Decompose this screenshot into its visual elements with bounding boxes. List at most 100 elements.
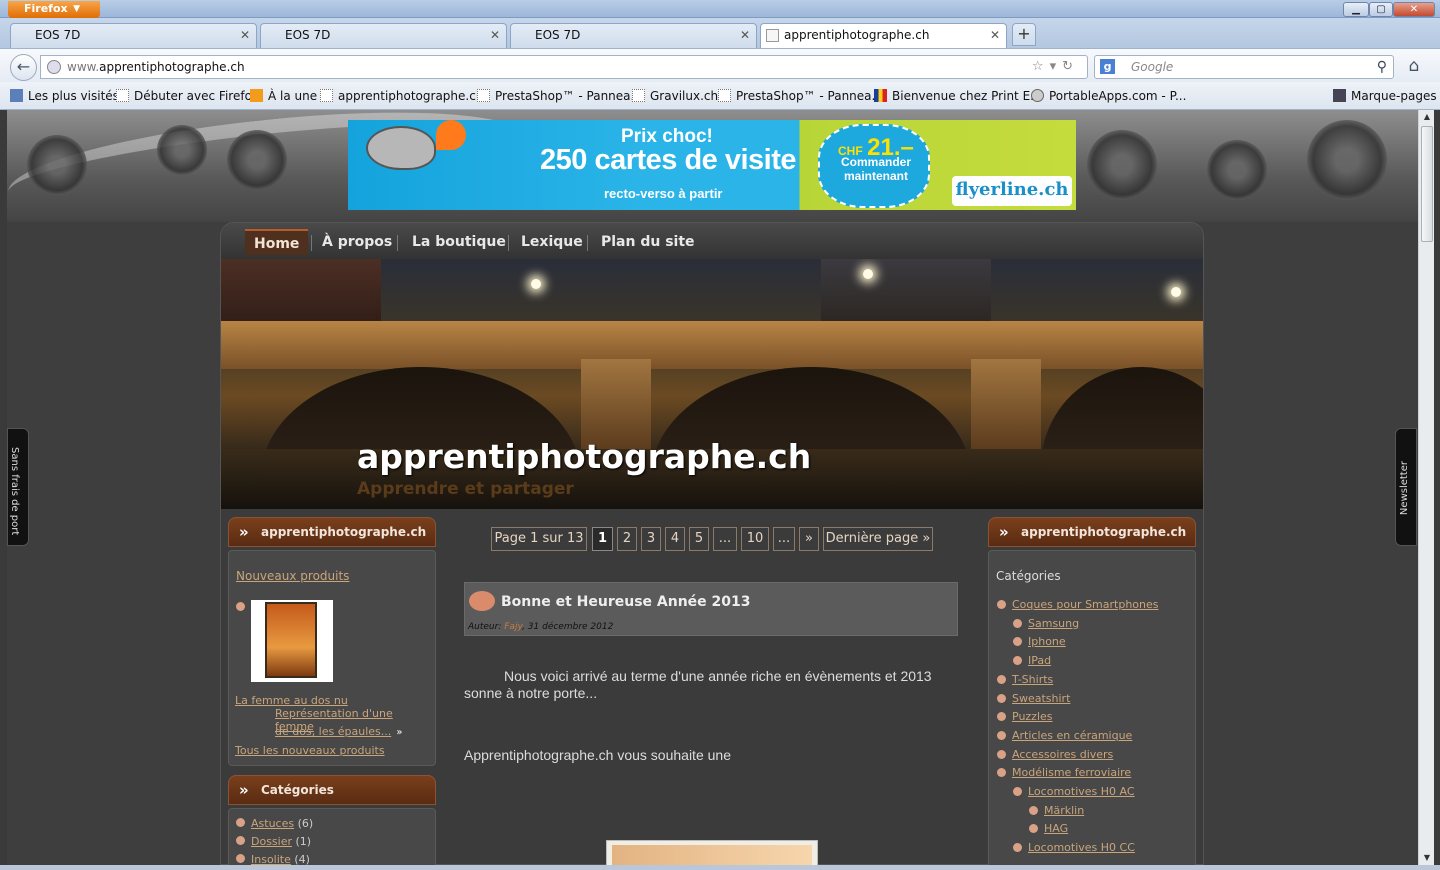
bullet-icon [1029,805,1038,815]
product-desc-line2[interactable]: de dos, les épaules... [275,725,391,738]
status-bar [0,865,1440,870]
category-link[interactable]: Puzzles [1012,710,1053,724]
category-link[interactable]: T-Shirts [1012,673,1053,687]
speech-bubble-icon [469,591,495,611]
post-author-link[interactable]: Fajy [504,622,522,632]
bookmark-prestashop-2[interactable]: PrestaShop™ - Pannea... [718,88,883,104]
category-link[interactable]: Coques pour Smartphones [1012,598,1159,612]
page-3-link[interactable]: 3 [641,527,661,551]
search-icon[interactable]: ⚲ [1377,56,1387,78]
post-image[interactable] [606,840,818,865]
category-insolite[interactable]: Insolite (4) [251,853,310,865]
tab-eos7d-2[interactable]: EOS 7D ✕ [260,23,507,48]
bullet-icon [236,602,245,611]
url-domain: apprentiphotographe.ch [99,60,245,74]
page-favicon-icon [766,29,779,42]
site-identity-icon[interactable] [47,60,61,74]
category-link[interactable]: Locomotives H0 CC [1028,841,1135,855]
tab-bar: EOS 7D ✕ EOS 7D ✕ EOS 7D ✕ apprentiphotogra… [0,18,1440,48]
categories-title: Catégories [996,569,1061,583]
page-2-link[interactable]: 2 [617,527,637,551]
last-page-link[interactable]: Dernière page » [823,527,933,551]
back-button[interactable]: ← [10,54,37,81]
bookmark-headlines[interactable]: À la une [250,88,317,104]
bullet-icon [1013,843,1022,853]
menu-boutique[interactable]: La boutique [403,229,515,255]
post-title[interactable]: Bonne et Heureuse Année 2013 [501,594,751,610]
bookmark-portableapps[interactable]: PortableApps.com - P... [1031,88,1186,104]
category-link[interactable]: Articles en céramique [1012,729,1132,743]
site-title[interactable]: apprentiphotographe.ch [357,437,811,476]
tab-eos7d-3[interactable]: EOS 7D ✕ [510,23,757,48]
bridge-pier [581,359,651,449]
scroll-thumb[interactable] [1421,126,1433,242]
bookmark-getting-started[interactable]: Débuter avec Firefox [116,88,259,104]
all-new-products-link[interactable]: Tous les nouveaux produits [235,744,385,757]
bookmark-gravilux[interactable]: Gravilux.ch [632,88,718,104]
scroll-down-icon[interactable]: ▼ [1419,851,1435,865]
camera-lens-decoration [227,130,287,190]
new-products-link[interactable]: Nouveaux produits [236,569,349,583]
free-shipping-tab[interactable]: Sans frais de port [7,428,29,546]
site-tagline: Apprendre et partager [357,479,574,499]
ad-banner[interactable]: Prix choc! 250 cartes de visite recto-ve… [348,120,1076,210]
new-tab-button[interactable]: + [1012,23,1036,46]
double-chevron-icon: » [239,523,249,541]
category-link[interactable]: Modélisme ferroviaire [1012,766,1131,780]
google-engine-icon[interactable]: g [1100,59,1115,74]
reload-icon[interactable]: ↻ [1062,59,1079,74]
bookmark-print[interactable]: Bienvenue chez Print E... [874,88,1042,104]
maximize-button[interactable]: ▢ [1369,2,1393,17]
category-astuces[interactable]: Astuces (6) [251,817,313,831]
next-page-link[interactable]: » [799,527,819,551]
page-4-link[interactable]: 4 [665,527,685,551]
close-window-button[interactable]: ✕ [1393,2,1435,17]
category-link[interactable]: Sweatshirt [1012,692,1070,706]
close-tab-icon[interactable]: ✕ [490,24,500,47]
bookmark-most-visited[interactable]: Les plus visités [10,88,119,104]
bookmark-prestashop-1[interactable]: PrestaShop™ - Pannea... [477,88,642,104]
category-dossier[interactable]: Dossier (1) [251,835,311,849]
history-dropdown-icon[interactable]: ▾ [1050,59,1063,74]
bullet-icon [997,712,1006,722]
tab-eos7d-1[interactable]: EOS 7D ✕ [10,23,257,48]
product-name-link[interactable]: La femme au dos nu [235,694,348,707]
category-link[interactable]: IPad [1028,654,1051,668]
category-link[interactable]: Samsung [1028,617,1079,631]
category-link[interactable]: Accessoires divers [1012,748,1113,762]
tab-apprentiphotographe[interactable]: apprentiphotographe.ch ✕ [760,23,1007,48]
portableapps-icon [1031,89,1044,102]
more-arrows-icon[interactable]: » [396,727,402,738]
page-count-label: Page 1 sur 13 [491,527,587,551]
page-10-link[interactable]: 10 [741,527,769,551]
menu-lexique[interactable]: Lexique [512,229,592,255]
bullet-icon [1013,637,1022,647]
bookmarks-menu[interactable]: Marque-pages [1333,88,1437,104]
scroll-up-icon[interactable]: ▲ [1419,110,1435,124]
bullet-icon [1013,656,1022,666]
firefox-menu-button[interactable]: Firefox ▼ [8,1,100,18]
url-bar[interactable]: www.apprentiphotographe.ch ☆▾↻ [40,55,1088,79]
close-tab-icon[interactable]: ✕ [740,24,750,47]
minimize-button[interactable]: ▁ [1343,2,1369,17]
category-link[interactable]: Locomotives H0 AC [1028,785,1135,799]
category-link[interactable]: Iphone [1028,635,1066,649]
menu-home[interactable]: Home [245,229,309,255]
menu-plan-du-site[interactable]: Plan du site [592,229,704,255]
home-icon[interactable]: ⌂ [1402,56,1426,78]
product-thumbnail[interactable] [251,600,333,682]
vertical-scrollbar[interactable]: ▲ ▼ [1418,110,1434,865]
street-lamp [1171,287,1181,297]
left-categories-box: Astuces (6) Dossier (1) Insolite (4) [228,808,436,865]
page-5-link[interactable]: 5 [689,527,709,551]
bookmark-apprentiphotographe[interactable]: apprentiphotographe.ch [320,88,483,104]
category-link[interactable]: Märklin [1044,804,1084,818]
bullet-icon [997,600,1006,609]
bookmark-star-icon[interactable]: ☆ [1032,59,1050,74]
category-link[interactable]: HAG [1044,822,1068,836]
newsletter-tab[interactable]: Newsletter [1395,428,1417,546]
close-tab-icon[interactable]: ✕ [240,24,250,47]
close-tab-icon[interactable]: ✕ [990,24,1000,47]
search-input[interactable]: g Google ⚲ [1094,55,1394,79]
menu-a-propos[interactable]: À propos [313,229,401,255]
